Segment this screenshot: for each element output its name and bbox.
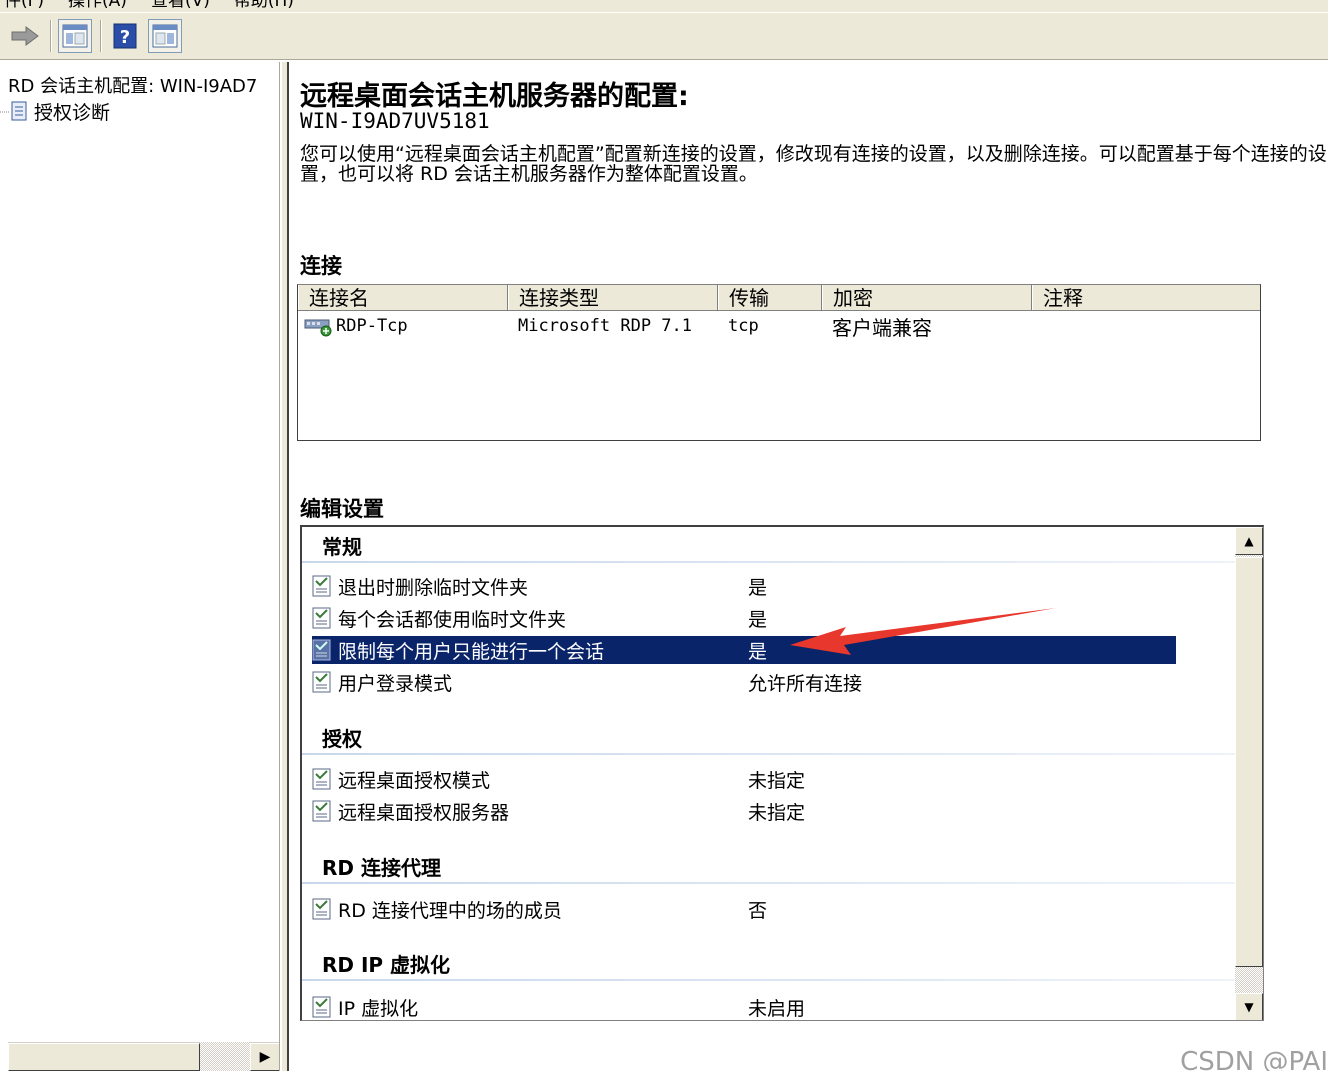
edit-settings-heading: 编辑设置 xyxy=(300,497,384,521)
server-name: WIN-I9AD7UV5181 xyxy=(300,109,490,133)
setting-name: 用户登录模式 xyxy=(338,672,453,695)
connections-table-header: 连接名 连接类型 传输 加密 注释 xyxy=(298,285,1260,311)
setting-property-icon xyxy=(312,800,331,822)
scroll-up-button[interactable]: ▲ xyxy=(1235,527,1263,555)
setting-value: 是 xyxy=(748,576,768,599)
watermark: CSDN @PAI xyxy=(1180,1047,1328,1071)
setting-name: 每个会话都使用临时文件夹 xyxy=(338,608,567,631)
setting-value: 是 xyxy=(748,608,768,631)
section-divider xyxy=(302,979,1236,981)
setting-name: 限制每个用户只能进行一个会话 xyxy=(338,640,605,663)
setting-row[interactable]: 每个会话都使用临时文件夹 是 xyxy=(312,604,1176,632)
section-header-general: 常规 xyxy=(322,535,362,559)
setting-value: 允许所有连接 xyxy=(748,672,863,695)
setting-row[interactable]: RD 连接代理中的场的成员 否 xyxy=(312,895,1176,923)
setting-value: 未启用 xyxy=(748,997,806,1020)
setting-row[interactable]: 退出时删除临时文件夹 是 xyxy=(312,572,1176,600)
scrollbar-track[interactable] xyxy=(200,1042,250,1071)
section-header-ip-virtualization: RD IP 虚拟化 xyxy=(322,953,451,977)
setting-value: 是 xyxy=(748,640,768,663)
pane-splitter[interactable] xyxy=(281,62,289,1071)
setting-row[interactable]: IP 虚拟化 未启用 xyxy=(312,993,1176,1020)
table-row[interactable]: RDP-Tcp Microsoft RDP 7.1 tcp 客户端兼容 xyxy=(298,311,1260,341)
menu-file[interactable]: 件(F) xyxy=(4,0,44,12)
help-button[interactable]: ? xyxy=(108,19,142,53)
column-header-comment[interactable]: 注释 xyxy=(1032,285,1260,310)
help-icon: ? xyxy=(113,23,137,49)
main-content: 远程桌面会话主机服务器的配置: WIN-I9AD7UV5181 您可以使用“远程… xyxy=(290,62,1328,1071)
scroll-right-button[interactable]: ▶ xyxy=(250,1043,279,1071)
tree-item-label: 授权诊断 xyxy=(34,102,111,124)
console-tree: RD 会话主机配置: WIN-I9AD7 授权诊断 ▶ xyxy=(0,62,280,1071)
menu-action[interactable]: 操作(A) xyxy=(68,0,127,12)
setting-name: 远程桌面授权模式 xyxy=(338,769,491,792)
svg-text:?: ? xyxy=(120,27,130,48)
scrollbar-thumb[interactable] xyxy=(8,1043,200,1071)
setting-property-icon xyxy=(312,768,331,790)
toolbar-separator xyxy=(100,20,102,52)
setting-name: IP 虚拟化 xyxy=(338,997,419,1020)
tree-horizontal-scrollbar[interactable]: ▶ xyxy=(8,1041,279,1071)
setting-row[interactable]: 远程桌面授权模式 未指定 xyxy=(312,765,1176,793)
column-header-type[interactable]: 连接类型 xyxy=(508,285,718,310)
connections-table[interactable]: 连接名 连接类型 传输 加密 注释 RDP-Tcp Microsoft RDP … xyxy=(297,284,1261,441)
tree-item-label: RD 会话主机配置: WIN-I9AD7 xyxy=(8,76,258,97)
show-hide-action-pane-button[interactable] xyxy=(148,19,182,53)
settings-list-content: 常规 退出时删除临时文件夹 是 每个会话都使用临时文件夹 是 限制每个用户只能进… xyxy=(302,527,1236,1020)
chevron-up-icon: ▲ xyxy=(1244,534,1254,548)
page-title: 远程桌面会话主机服务器的配置: xyxy=(300,81,689,112)
column-header-encryption[interactable]: 加密 xyxy=(822,285,1032,310)
tree-item-rd-host-config[interactable]: RD 会话主机配置: WIN-I9AD7 xyxy=(8,72,257,98)
setting-value: 未指定 xyxy=(748,769,806,792)
connection-name: RDP-Tcp xyxy=(336,316,408,336)
network-connection-icon xyxy=(304,319,332,337)
setting-row[interactable]: 远程桌面授权服务器 未指定 xyxy=(312,797,1176,825)
settings-vertical-scrollbar[interactable]: ▲ ▼ xyxy=(1235,527,1263,1020)
setting-name: RD 连接代理中的场的成员 xyxy=(338,899,562,922)
show-hide-tree-button[interactable] xyxy=(58,19,92,53)
column-header-transport[interactable]: 传输 xyxy=(718,285,822,310)
setting-property-icon xyxy=(312,996,331,1018)
section-divider xyxy=(302,882,1236,884)
setting-value: 否 xyxy=(748,899,768,922)
setting-name: 远程桌面授权服务器 xyxy=(338,801,510,824)
setting-property-icon xyxy=(312,898,331,920)
connections-heading: 连接 xyxy=(300,254,342,278)
tree-item-licensing-diagnosis[interactable]: 授权诊断 xyxy=(0,98,110,125)
setting-property-icon xyxy=(312,607,331,629)
menu-help[interactable]: 帮助(H) xyxy=(234,0,294,12)
show-hide-tree-icon xyxy=(62,24,88,48)
scrollbar-thumb[interactable] xyxy=(1235,557,1263,967)
setting-name: 退出时删除临时文件夹 xyxy=(338,576,529,599)
toolbar-separator xyxy=(50,20,52,52)
section-divider xyxy=(302,753,1236,755)
connection-name-cell: RDP-Tcp xyxy=(298,315,508,337)
chevron-right-icon: ▶ xyxy=(259,1049,271,1065)
setting-row-selected[interactable]: 限制每个用户只能进行一个会话 是 xyxy=(312,636,1176,664)
toolbar: ? xyxy=(0,12,1328,60)
licensing-diagnosis-icon xyxy=(0,101,27,120)
setting-value: 未指定 xyxy=(748,801,806,824)
scroll-down-button[interactable]: ▼ xyxy=(1235,993,1263,1020)
show-hide-action-pane-icon xyxy=(152,24,178,48)
forward-arrow-icon xyxy=(11,26,39,46)
section-header-connection-broker: RD 连接代理 xyxy=(322,856,441,880)
connection-type: Microsoft RDP 7.1 xyxy=(518,316,692,336)
setting-row[interactable]: 用户登录模式 允许所有连接 xyxy=(312,668,1176,696)
connection-transport: tcp xyxy=(728,316,759,336)
setting-property-icon xyxy=(312,575,331,597)
page-description: 您可以使用“远程桌面会话主机配置”配置新连接的设置，修改现有连接的设置，以及删除… xyxy=(300,144,1327,185)
menu-bar: 件(F) 操作(A) 查看(V) 帮助(H) xyxy=(0,0,1328,12)
edit-settings-list[interactable]: 常规 退出时删除临时文件夹 是 每个会话都使用临时文件夹 是 限制每个用户只能进… xyxy=(300,525,1264,1021)
section-header-licensing: 授权 xyxy=(322,727,362,751)
menu-view[interactable]: 查看(V) xyxy=(151,0,210,12)
setting-property-icon xyxy=(312,639,331,661)
chevron-down-icon: ▼ xyxy=(1244,1000,1254,1014)
section-divider xyxy=(302,561,1236,563)
forward-button[interactable] xyxy=(8,19,42,53)
connection-encryption: 客户端兼容 xyxy=(832,315,932,340)
column-header-name[interactable]: 连接名 xyxy=(298,285,508,310)
setting-property-icon xyxy=(312,671,331,693)
